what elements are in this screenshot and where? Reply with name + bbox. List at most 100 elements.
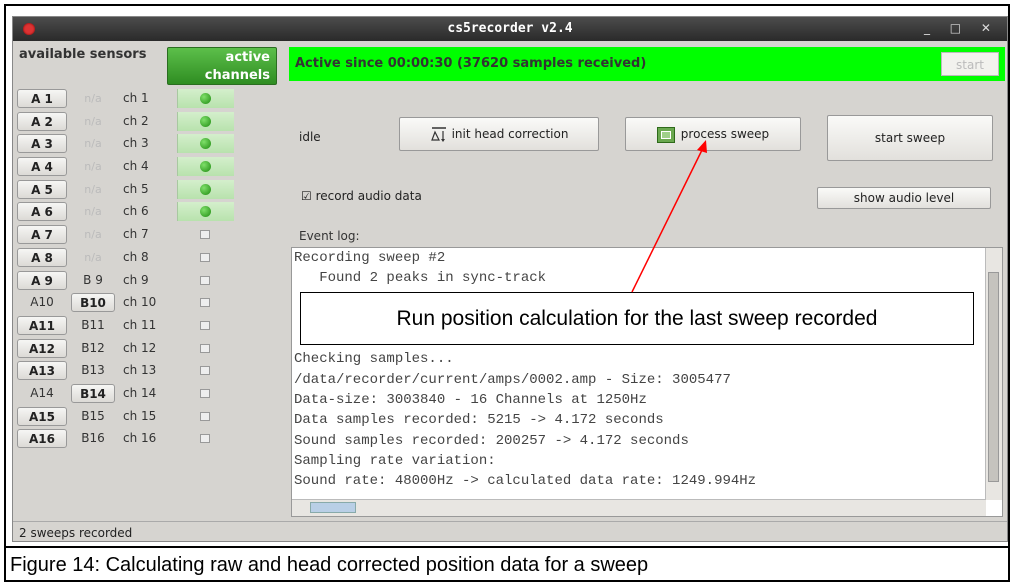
sensor-a-button[interactable]: A15 [17,406,67,426]
window-title: cs5recorder v2.4 [447,21,573,36]
channel-indicator[interactable] [177,339,233,358]
init-head-correction-button[interactable]: init head correction [399,117,599,151]
sensor-b-button: n/a [84,182,102,196]
sensor-b-button: n/a [84,205,102,219]
inactive-box-icon [200,230,210,240]
annotation-callout: Run position calculation for the last sw… [300,292,974,345]
horizontal-scrollbar[interactable] [292,499,986,516]
record-audio-checkbox[interactable]: ☑ record audio data [301,189,422,203]
log-line: Data-size: 3003840 - 16 Channels at 1250… [294,392,647,409]
sensor-a-button[interactable]: A 8 [17,247,67,267]
channel-indicator[interactable] [177,271,233,290]
channel-label: ch 14 [123,385,157,400]
log-line: Sampling rate variation: [294,452,496,469]
sensor-a-button: A10 [30,295,54,310]
sensor-b-button[interactable]: B14 [71,383,115,403]
sensor-b-button: B13 [81,363,105,378]
channel-indicator[interactable] [177,134,234,154]
channel-indicator[interactable] [177,179,234,199]
sensor-b-button: B12 [81,340,105,355]
sensor-a-button[interactable]: A12 [17,338,67,358]
inactive-box-icon [200,434,210,444]
channel-label: ch 10 [123,295,157,310]
channel-indicator[interactable] [177,407,233,426]
sensor-a-button[interactable]: A 6 [17,202,67,222]
inactive-box-icon [200,320,210,330]
active-led-icon [200,115,211,127]
channel-label: ch 6 [123,204,149,219]
sensor-a-button[interactable]: A11 [17,315,67,335]
vertical-scrollbar[interactable] [985,248,1002,500]
channel-indicator[interactable] [177,384,233,403]
event-log[interactable]: Recording sweep #2 Found 2 peaks in sync… [291,247,1003,517]
sensor-b-button: B15 [81,408,105,423]
head-correction-icon [430,126,446,142]
init-head-correction-label: init head correction [451,127,569,141]
available-sensors-header: available sensors [19,47,147,62]
channel-label: ch 2 [123,113,149,128]
process-sweep-button[interactable]: process sweep [625,117,801,151]
sensor-b-button: n/a [84,250,102,264]
sensor-a-button[interactable]: A 2 [17,111,67,131]
channel-indicator[interactable] [177,316,233,335]
start-sweep-button[interactable]: start sweep [827,115,993,161]
sensor-a-button[interactable]: A13 [17,361,67,381]
active-status-bar: Active since 00:00:30 (37620 samples rec… [289,47,1005,81]
channel-label: ch 3 [123,136,149,151]
sensor-a-button[interactable]: A 1 [17,89,67,108]
channel-label: ch 7 [123,227,149,242]
active-channels-button[interactable]: active channels [167,47,277,85]
log-line: Recording sweep #2 [294,250,446,266]
window-controls[interactable]: _ □ ✕ [924,21,999,35]
log-line: Found 2 peaks in sync-track [294,270,547,287]
sensor-a-button[interactable]: A 3 [17,134,67,154]
sensor-a-button[interactable]: A 9 [17,270,67,290]
channel-indicator[interactable] [177,293,233,312]
channel-indicator[interactable] [177,111,234,131]
channel-label: ch 12 [123,340,157,355]
channel-label: ch 5 [123,181,149,196]
sensors-panel: available sensors active channels A 1 n/a… [17,43,285,521]
process-sweep-icon [656,126,675,143]
inactive-box-icon [200,411,210,421]
active-status-text: Active since 00:00:30 (37620 samples rec… [295,56,647,71]
channel-indicator[interactable] [177,202,234,222]
channel-indicator[interactable] [177,89,234,108]
sensor-a-button[interactable]: A 7 [17,225,67,245]
active-led-icon [200,93,211,104]
channel-indicator[interactable] [177,248,233,267]
inactive-box-icon [200,388,210,398]
channel-label: ch 9 [123,272,149,287]
sensor-a-button: A14 [30,385,54,400]
channel-label: ch 15 [123,408,157,423]
status-bar: 2 sweeps recorded [13,521,1007,541]
horizontal-scroll-thumb[interactable] [310,502,356,513]
event-log-lines: Recording sweep #2 Found 2 peaks in sync… [294,248,756,492]
active-led-icon [200,138,211,150]
log-line: /data/recorder/current/amps/0002.amp - S… [294,371,731,388]
log-line: Checking samples... [294,351,454,368]
app-window: cs5recorder v2.4 _ □ ✕ available sensors… [12,16,1008,542]
channel-indicator[interactable] [177,361,233,380]
start-button[interactable]: start [941,52,999,76]
channel-indicator[interactable] [177,225,233,244]
channel-indicator[interactable] [177,429,233,448]
sensor-b-button: n/a [84,160,102,174]
sensor-b-button: n/a [84,228,102,242]
sensor-b-button: B 9 [83,272,103,287]
title-bar: cs5recorder v2.4 _ □ ✕ [13,17,1007,41]
sensor-b-button: B11 [81,317,105,332]
vertical-scroll-thumb[interactable] [988,272,999,482]
sensor-b-button[interactable]: B10 [71,293,115,313]
sensor-b-button: B16 [81,431,105,446]
log-line: Sound samples recorded: 200257 -> 4.172 … [294,432,689,449]
sensor-a-button[interactable]: A 4 [17,157,67,177]
channel-label: ch 8 [123,249,149,264]
sensor-a-button[interactable]: A16 [17,429,67,449]
show-audio-level-button[interactable]: show audio level [817,187,991,209]
channel-indicator[interactable] [177,157,234,177]
channel-label: ch 1 [123,91,149,105]
sensor-a-button[interactable]: A 5 [17,179,67,199]
active-led-icon [200,183,211,195]
state-label: idle [299,130,321,144]
